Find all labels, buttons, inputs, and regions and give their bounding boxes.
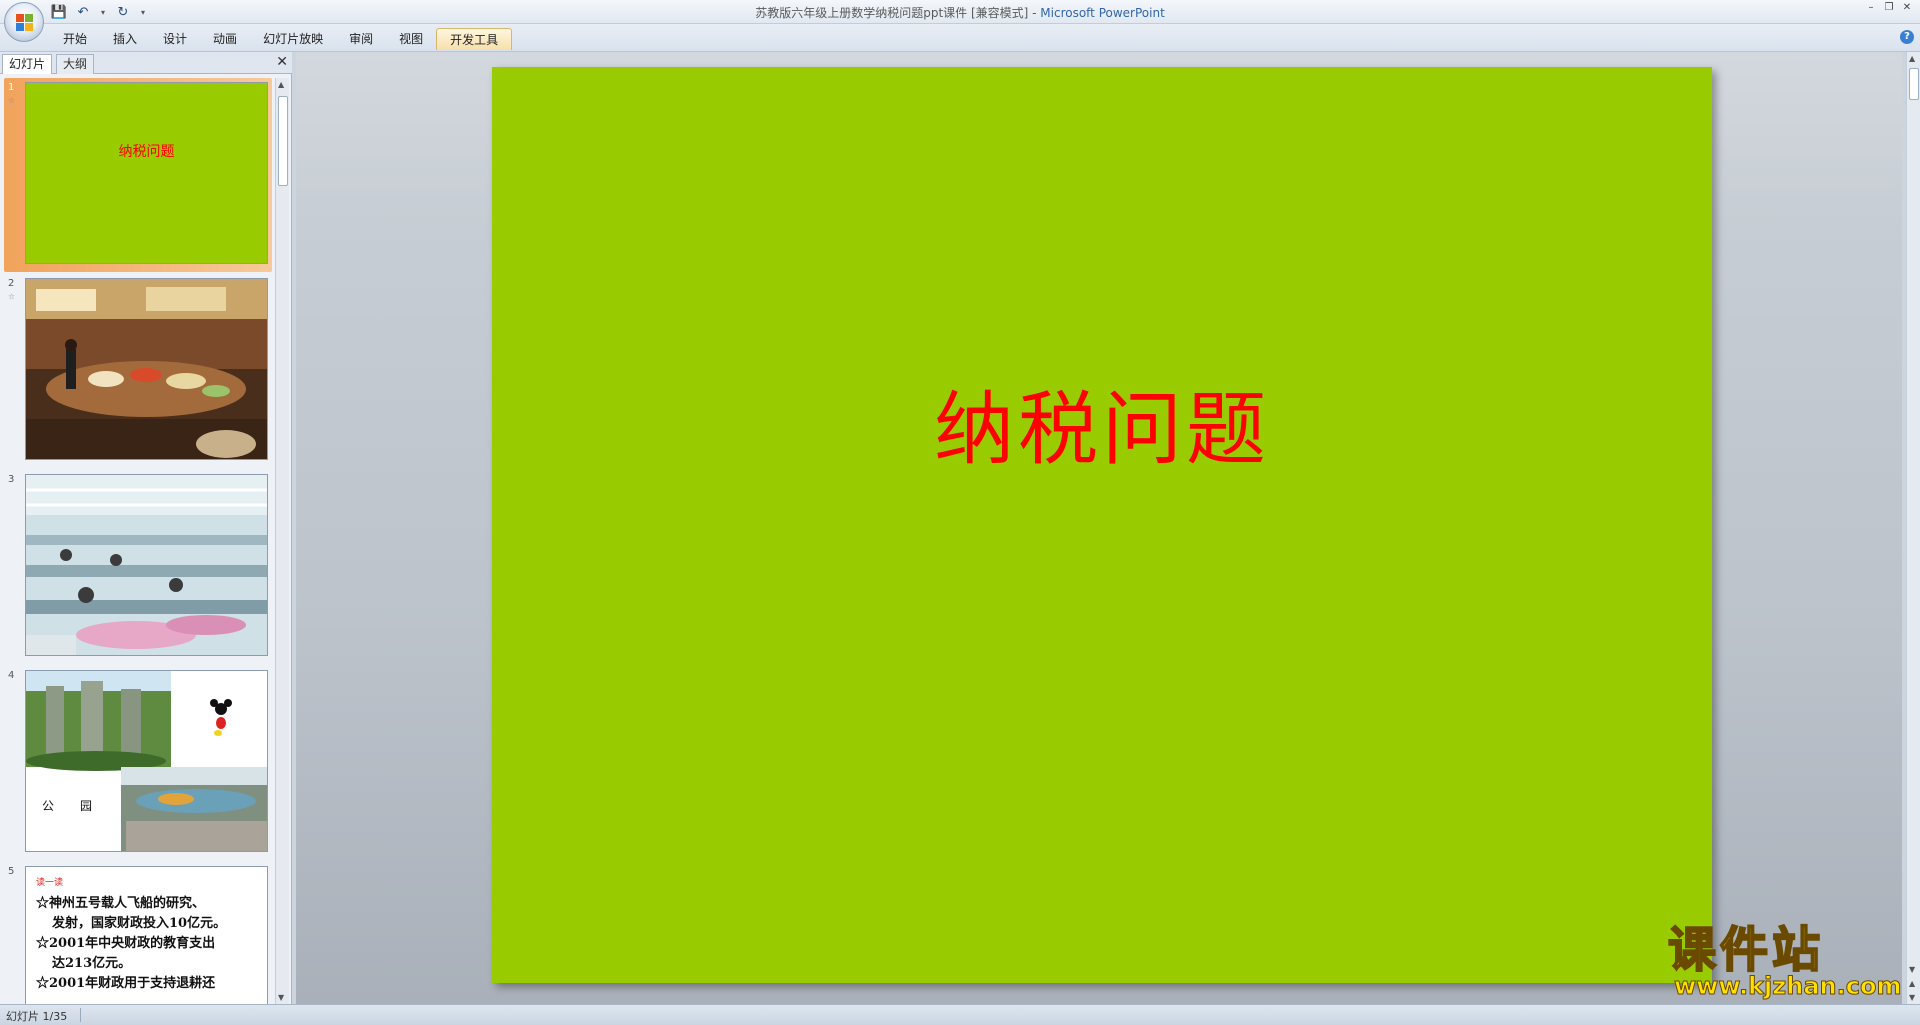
close-pane-icon[interactable]: ✕ [276,55,288,69]
scroll-up-icon[interactable]: ▲ [1909,54,1915,63]
park-label-2: 园 [80,799,93,813]
animation-icon: ☆ [8,96,16,105]
slide-thumbnail-3[interactable]: 3 [4,470,272,664]
slide-5-line: 发射，国家财政投入10亿元。 [52,916,227,931]
slide-2-preview [25,278,268,460]
slide-4-preview: 公 园 [25,670,268,852]
status-divider [80,1008,81,1022]
pane-tabs: 幻灯片 大纲 ✕ [0,52,292,74]
tab-design[interactable]: 设计 [150,28,200,50]
tab-developer[interactable]: 开发工具 [436,28,513,50]
slide-thumbnail-2[interactable]: 2 ☆ [4,274,272,468]
window-controls: – ❐ ✕ [1864,2,1914,14]
app-name: Microsoft PowerPoint [1040,6,1165,20]
ribbon-tabs: 开始 插入 设计 动画 幻灯片放映 审阅 视图 开发工具 [50,28,513,50]
tab-slides[interactable]: 幻灯片 [2,54,53,74]
ribbon: 开始 插入 设计 动画 幻灯片放映 审阅 视图 开发工具 ? [0,24,1920,52]
office-logo-icon [16,14,34,32]
help-icon[interactable]: ? [1900,30,1914,44]
office-button[interactable] [4,2,44,42]
slide-5-line: ☆神州五号载人飞船的研究、 [36,896,206,911]
tab-slide-show[interactable]: 幻灯片放映 [250,28,336,50]
restaurant-photo [26,279,267,459]
tab-view[interactable]: 视图 [386,28,436,50]
tab-outline[interactable]: 大纲 [56,54,95,74]
scroll-down-icon[interactable]: ▼ [278,993,284,1002]
tab-review[interactable]: 审阅 [336,28,386,50]
slide-5-preview: 读一读 ☆神州五号载人飞船的研究、 发射，国家财政投入10亿元。 ☆2001年中… [25,866,268,1004]
park-photos [26,671,267,851]
slide-1-preview: 纳税问题 [25,82,268,264]
tab-insert[interactable]: 插入 [100,28,150,50]
scroll-up-icon[interactable]: ▲ [278,80,284,89]
slides-pane: 幻灯片 大纲 ✕ 1 ☆ 纳税问题 2 ☆ 3 4 公 园 5 读一读 ☆神州五… [0,52,292,1004]
close-icon[interactable]: ✕ [1900,2,1914,14]
factory-photo [26,475,267,655]
tab-animations[interactable]: 动画 [200,28,250,50]
slide-number: 3 [8,474,15,485]
slide-counter: 幻灯片 1/35 [6,1010,68,1023]
slide-number: 4 [8,670,15,681]
slide-title[interactable]: 纳税问题 [492,365,1712,481]
slide-thumbnail-5[interactable]: 5 读一读 ☆神州五号载人飞船的研究、 发射，国家财政投入10亿元。 ☆2001… [4,862,272,1004]
slide-1-title: 纳税问题 [118,144,175,160]
document-title: 苏教版六年级上册数学纳税问题ppt课件 [兼容模式] - [755,6,1041,20]
slide-number: 5 [8,866,15,877]
thumbnail-scrollbar[interactable]: ▲ ▼ [275,78,289,1004]
status-bar: 幻灯片 1/35 [0,1004,1920,1025]
slide-5-header: 读一读 [36,878,64,888]
tab-home[interactable]: 开始 [50,28,100,50]
slide-5-line: 达213亿元。 [52,956,132,971]
park-label-1: 公 [42,799,55,813]
scroll-down-icon[interactable]: ▼ [1909,965,1915,974]
current-slide[interactable]: 纳税问题 [492,67,1712,983]
slide-5-line: ☆2001年中央财政的教育支出 [36,936,216,951]
scroll-thumb[interactable] [1909,68,1919,100]
slide-thumbnail-1[interactable]: 1 ☆ 纳税问题 [4,78,272,272]
slide-number: 1 [8,82,15,93]
restore-icon[interactable]: ❐ [1882,2,1896,14]
slide-5-line: ☆2001年财政用于支持退耕还 [36,976,216,991]
watermark-chinese: 课件站 [1667,922,1825,978]
watermark-logo: 课件站 www.kjzhan.com [1667,922,1908,1001]
animation-icon: ☆ [8,292,16,301]
window-title: 苏教版六年级上册数学纳税问题ppt课件 [兼容模式] - Microsoft P… [0,4,1920,21]
slide-number: 2 [8,278,15,289]
next-slide-icon[interactable]: ▼ [1909,993,1915,1002]
slide-editor: 纳税问题 [296,52,1902,1004]
editor-scrollbar[interactable]: ▲ ▼ ▲ ▼ [1906,52,1920,1004]
minimize-icon[interactable]: – [1864,2,1878,14]
scroll-thumb[interactable] [278,96,288,186]
title-bar: 💾 ↶ ▾ ↻ ▾ 苏教版六年级上册数学纳税问题ppt课件 [兼容模式] - M… [0,0,1920,42]
previous-slide-icon[interactable]: ▲ [1909,979,1915,988]
watermark-url: www.kjzhan.com [1673,972,1902,1000]
thumbnail-list: 1 ☆ 纳税问题 2 ☆ 3 4 公 园 5 读一读 ☆神州五号载人飞船的研究、… [0,78,274,1004]
slide-thumbnail-4[interactable]: 4 公 园 [4,666,272,860]
slide-3-preview [25,474,268,656]
